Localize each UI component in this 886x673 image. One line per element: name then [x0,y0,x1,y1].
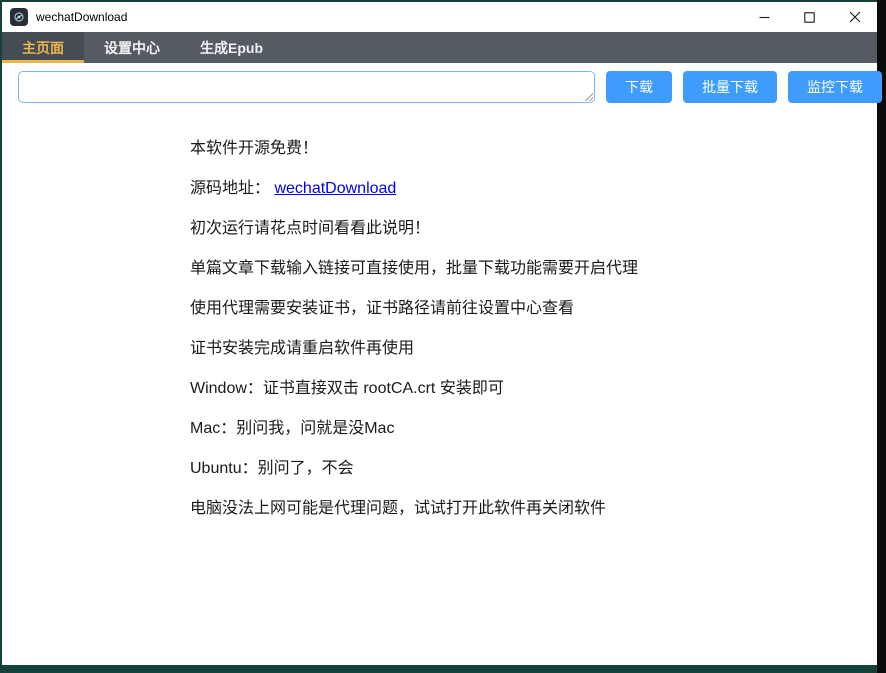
app-logo-glyph [13,11,25,23]
instruction-line: 单篇文章下载输入链接可直接使用，批量下载功能需要开启代理 [190,257,857,280]
close-button[interactable] [832,2,877,32]
instruction-line: 电脑没法上网可能是代理问题，试试打开此软件再关闭软件 [190,497,857,520]
batch-download-button[interactable]: 批量下载 [683,71,777,103]
source-link[interactable]: wechatDownload [274,180,396,197]
tab-generate-epub[interactable]: 生成Epub [180,32,283,63]
window-title: wechatDownload [36,10,742,24]
instruction-line: 证书安装完成请重启软件再使用 [190,337,857,360]
tab-settings-center[interactable]: 设置中心 [84,32,180,63]
source-line: 源码地址： wechatDownload [190,177,857,200]
minimize-icon [759,12,770,23]
app-window: wechatDownload 主页面 设置中心 生成Epub 下 [2,2,877,665]
maximize-icon [804,12,815,23]
download-button[interactable]: 下载 [606,71,672,103]
instruction-line: Window：证书直接双击 rootCA.crt 安装即可 [190,377,857,400]
instructions: 本软件开源免费！ 源码地址： wechatDownload 初次运行请花点时间看… [190,137,857,665]
maximize-button[interactable] [787,2,832,32]
app-icon [10,8,28,26]
instruction-line: 本软件开源免费！ [190,137,857,160]
titlebar: wechatDownload [2,2,877,32]
instruction-line: 初次运行请花点时间看看此说明！ [190,217,857,240]
tab-main-page[interactable]: 主页面 [2,32,84,63]
url-input-wrapper [18,71,595,103]
instruction-line: Ubuntu：别问了，不会 [190,457,857,480]
minimize-button[interactable] [742,2,787,32]
instruction-line: Mac：别问我，问就是没Mac [190,417,857,440]
instruction-line: 使用代理需要安装证书，证书路径请前往设置中心查看 [190,297,857,320]
download-toolbar: 下载 批量下载 监控下载 [18,71,866,103]
tabbar: 主页面 设置中心 生成Epub [2,32,877,63]
url-input[interactable] [18,71,595,103]
close-icon [849,11,861,23]
monitor-download-button[interactable]: 监控下载 [788,71,882,103]
source-label: 源码地址： [190,180,270,197]
